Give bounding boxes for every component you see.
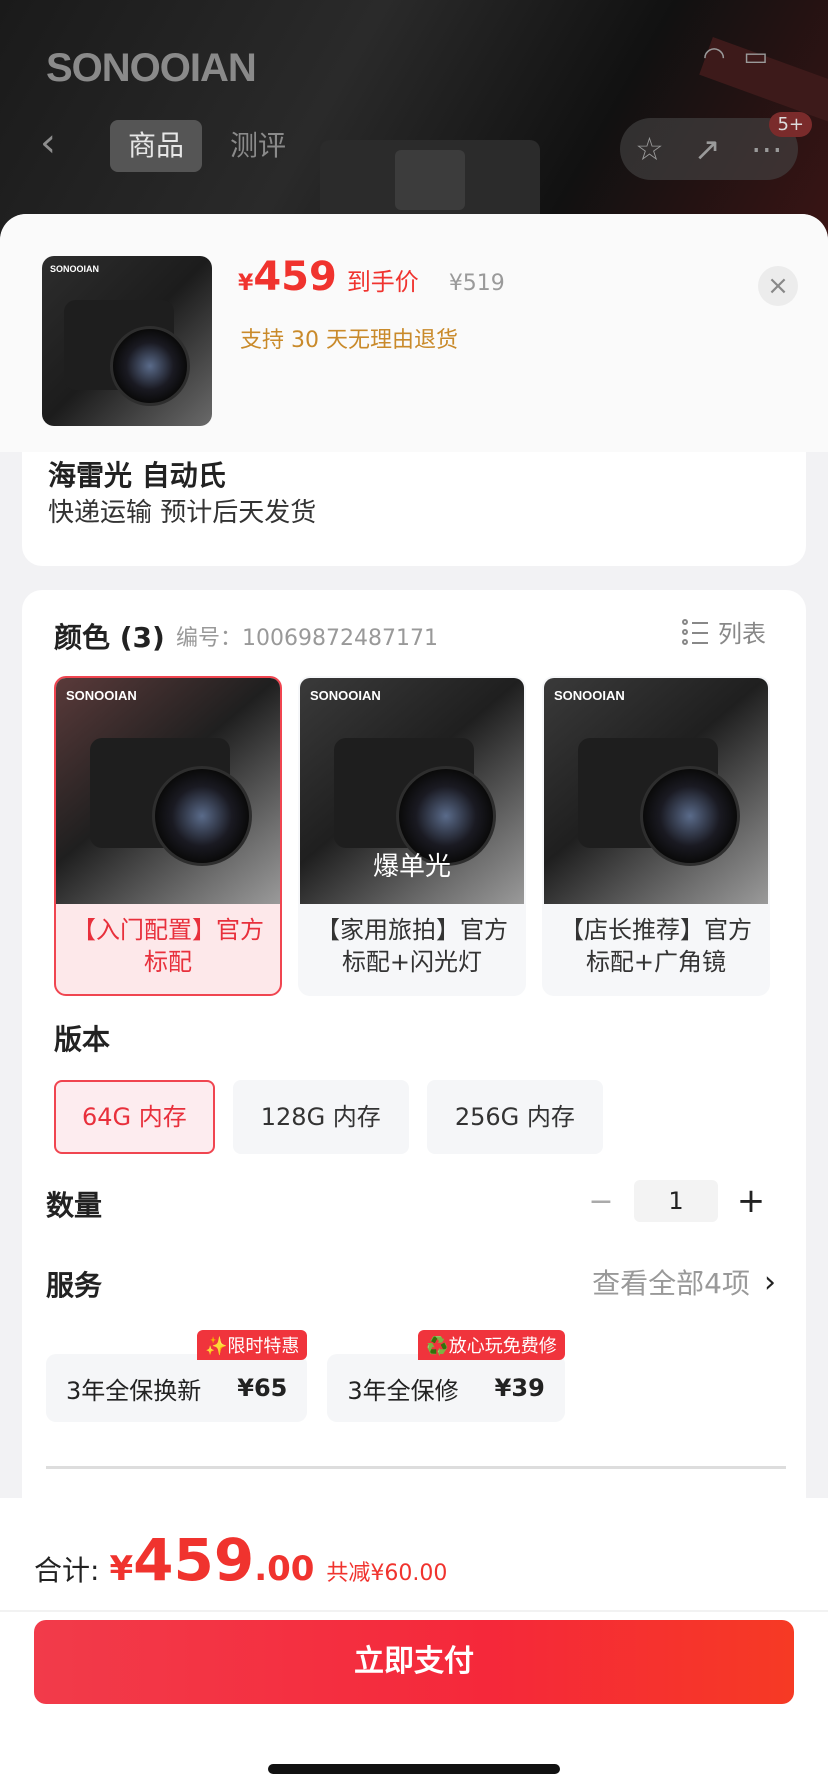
service-option-replace[interactable]: 3年全保换新 ¥65 ✨限时特惠: [46, 1330, 308, 1422]
color-option-travel[interactable]: SONOOIAN 爆单光 【家用旅拍】官方标配+闪光灯: [298, 676, 526, 996]
total-row: 合计: ¥ 459 .00 共减¥60.00: [34, 1526, 447, 1594]
star-icon[interactable]: ☆: [635, 130, 664, 168]
camera-lens-shape: [152, 766, 252, 866]
thumbnail-brand: SONOOIAN: [50, 264, 100, 274]
color-option-brand: SONOOIAN: [310, 688, 381, 703]
service-name: 3年全保修: [347, 1376, 459, 1405]
color-option-brand: SONOOIAN: [66, 688, 137, 703]
camera-hotshoe-shape: [395, 150, 465, 210]
color-option-image: [544, 678, 768, 904]
service-option-repair[interactable]: 3年全保修 ¥39 ♻️放心玩免费修: [327, 1330, 565, 1422]
brand-logo: SONOOIAN: [46, 46, 257, 90]
service-price: ¥39: [494, 1374, 545, 1402]
notification-badge: 5+: [769, 112, 812, 137]
total-discount: 共减¥60.00: [326, 1561, 448, 1586]
battery-icon: ▭: [743, 42, 768, 72]
product-tabs: 商品 测评: [110, 120, 304, 172]
sku-header: SONOOIAN ¥ 459 到手价 ¥519 支持 30 天无理由退货 ×: [0, 214, 828, 452]
version-option-128g[interactable]: 128G 内存: [232, 1080, 409, 1154]
sku-number: 编号：10069872487171: [176, 626, 438, 651]
close-button[interactable]: ×: [758, 266, 798, 306]
list-toggle-label: 列表: [718, 620, 766, 648]
version-options: 64G 内存 128G 内存 256G 内存: [54, 1080, 603, 1154]
total-label: 合计:: [34, 1554, 100, 1587]
tab-review[interactable]: 测评: [212, 120, 304, 172]
original-price: ¥519: [448, 271, 505, 296]
quantity-value[interactable]: 1: [634, 1180, 718, 1222]
checkout-bar: 合计: ¥ 459 .00 共减¥60.00 立即支付: [0, 1498, 828, 1792]
status-bar-icons: ◠ ▭: [703, 42, 768, 72]
camera-lens-shape: [110, 326, 190, 406]
color-option-basic[interactable]: SONOOIAN 【入门配置】官方标配: [54, 676, 282, 996]
final-price-label: 到手价: [346, 268, 419, 296]
total-decimal: .00: [254, 1549, 315, 1589]
quantity-increase-button[interactable]: +: [736, 1181, 766, 1221]
pay-now-button[interactable]: 立即支付: [34, 1620, 794, 1704]
color-options: SONOOIAN 【入门配置】官方标配 SONOOIAN 爆单光 【家用旅拍】官…: [54, 676, 770, 996]
quantity-stepper: − 1 +: [586, 1180, 766, 1222]
color-option-image: [56, 678, 280, 904]
price-currency: ¥: [238, 271, 254, 296]
address-line[interactable]: 海雷光 自动氏: [48, 454, 226, 494]
service-price: ¥65: [237, 1374, 288, 1402]
close-icon: ×: [767, 271, 789, 301]
version-option-64g[interactable]: 64G 内存: [54, 1080, 215, 1154]
tab-product[interactable]: 商品: [110, 120, 203, 172]
return-policy: 支持 30 天无理由退货: [240, 328, 458, 353]
price-row: ¥ 459 到手价 ¥519: [238, 254, 505, 300]
back-button[interactable]: ‹: [40, 123, 70, 163]
divider: [0, 1610, 828, 1612]
final-price: 459: [253, 254, 337, 300]
color-option-label: 【家用旅拍】官方标配+闪光灯: [316, 916, 508, 976]
service-options: 3年全保换新 ¥65 ✨限时特惠 3年全保修 ¥39 ♻️放心玩免费修: [46, 1330, 565, 1422]
cut-off-next-row: [46, 1448, 786, 1472]
service-name: 3年全保换新: [66, 1376, 202, 1405]
total-amount: 459: [133, 1526, 255, 1594]
color-option-recommended[interactable]: SONOOIAN 【店长推荐】官方标配+广角镜: [542, 676, 770, 996]
version-section-title: 版本: [54, 1023, 111, 1056]
quantity-decrease-button[interactable]: −: [586, 1184, 616, 1219]
hot-seller-tag: 爆单光: [372, 852, 451, 882]
chevron-right-icon: ›: [764, 1264, 776, 1300]
home-indicator: [268, 1764, 560, 1774]
service-promo-badge: ♻️放心玩免费修: [418, 1330, 565, 1360]
color-option-brand: SONOOIAN: [554, 688, 625, 703]
version-option-256g[interactable]: 256G 内存: [426, 1080, 603, 1154]
shipping-estimate: 快递运输 预计后天发货: [48, 498, 317, 528]
total-currency: ¥: [109, 1549, 134, 1589]
wifi-icon: ◠: [702, 42, 726, 72]
list-view-toggle[interactable]: 列表: [682, 614, 766, 649]
color-option-label: 【店长推荐】官方标配+广角镜: [560, 916, 752, 976]
service-section-title: 服务: [46, 1269, 103, 1302]
list-icon: [682, 618, 708, 645]
view-all-services-link[interactable]: 查看全部4项 ›: [592, 1262, 776, 1302]
color-option-label: 【入门配置】官方标配: [72, 916, 264, 976]
camera-lens-shape: [640, 766, 740, 866]
view-all-services-label: 查看全部4项: [592, 1267, 750, 1300]
share-icon[interactable]: ↗: [694, 130, 721, 168]
quantity-title: 数量: [46, 1189, 103, 1222]
color-section-title: 颜色 (3): [54, 621, 165, 654]
product-thumbnail: SONOOIAN: [42, 256, 212, 426]
service-promo-badge: ✨限时特惠: [196, 1330, 308, 1360]
